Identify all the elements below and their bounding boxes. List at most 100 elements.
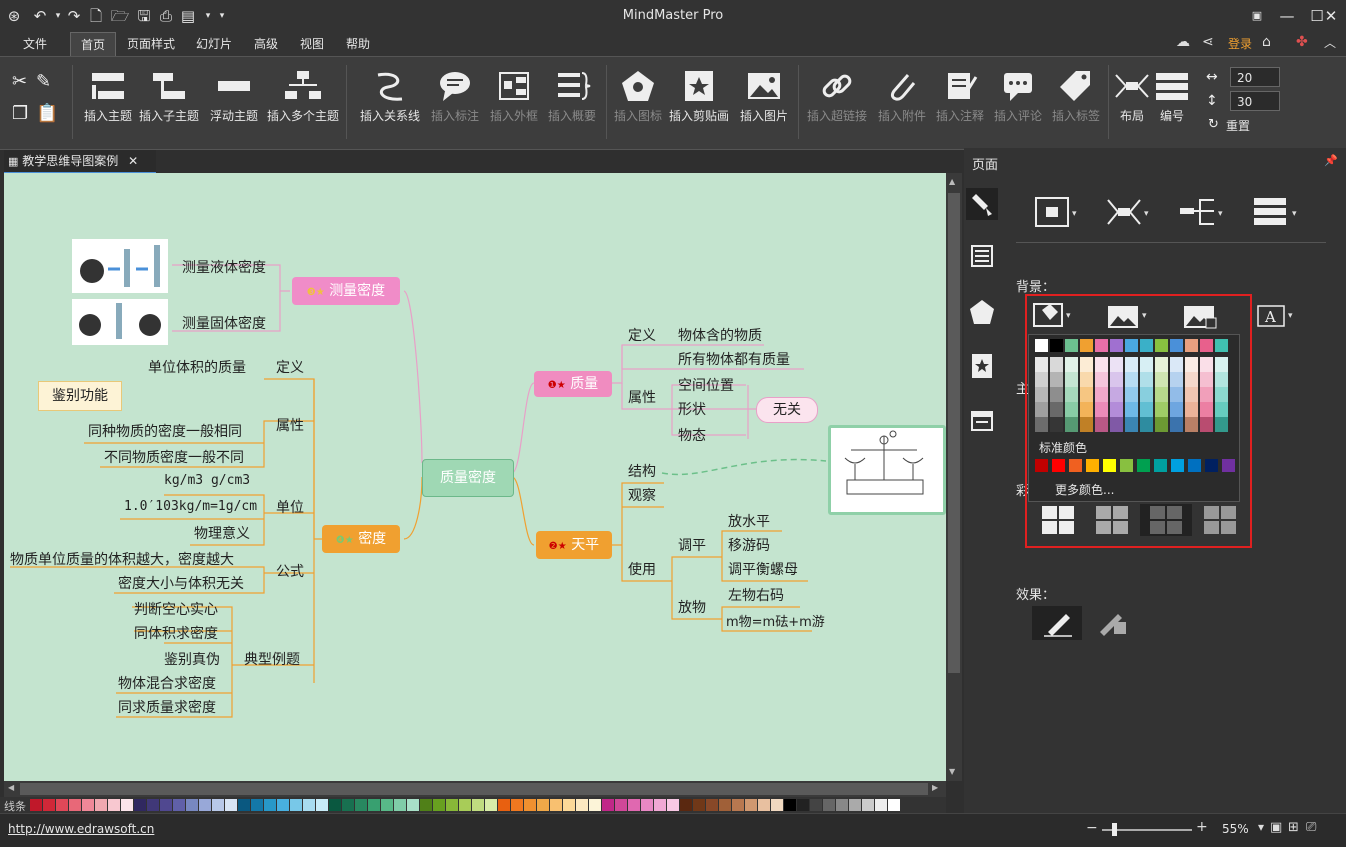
balance-structure[interactable]: 结构 <box>628 461 656 481</box>
palette-swatch[interactable] <box>589 799 601 811</box>
palette-swatch[interactable] <box>459 799 471 811</box>
insert-clipart-button[interactable]: 插入剪贴画 <box>668 65 730 143</box>
topic-mass[interactable]: ❶★ 质量 <box>534 371 612 397</box>
palette-swatch[interactable] <box>654 799 666 811</box>
theme-color-swatch[interactable] <box>1095 387 1108 402</box>
palette-swatch[interactable] <box>680 799 692 811</box>
palette-swatch[interactable] <box>329 799 341 811</box>
redo-icon[interactable]: ↷ <box>64 6 84 26</box>
palette-swatch[interactable] <box>472 799 484 811</box>
theme-color-swatch[interactable] <box>1035 387 1048 402</box>
theme-color-swatch[interactable] <box>1200 387 1213 402</box>
topic-density[interactable]: ❹★ 密度 <box>322 525 400 553</box>
palette-swatch[interactable] <box>108 799 120 811</box>
density-formula-item[interactable]: 密度大小与体积无关 <box>118 573 244 593</box>
standard-color-swatch[interactable] <box>1154 459 1167 472</box>
mass-attribute-item[interactable]: 空间位置 <box>678 375 734 395</box>
topic-balance[interactable]: ❷★ 天平 <box>536 531 612 559</box>
density-unit-item[interactable]: 物理意义 <box>194 523 250 543</box>
theme-color-swatch[interactable] <box>1140 357 1153 372</box>
theme-color-swatch[interactable] <box>1050 402 1063 417</box>
reset-icon[interactable]: ↻ <box>1208 117 1219 132</box>
insert-subtopic-button[interactable]: 插入子主题 <box>138 65 200 143</box>
reset-label[interactable]: 重置 <box>1226 117 1250 134</box>
close-tab-icon[interactable]: ✕ <box>128 154 138 168</box>
density-formula-label[interactable]: 公式 <box>276 561 304 581</box>
theme-color-swatch[interactable] <box>1200 357 1213 372</box>
theme-color-swatch[interactable] <box>1095 402 1108 417</box>
palette-swatch[interactable] <box>290 799 302 811</box>
presentation-icon[interactable]: ⎚ <box>1306 820 1316 835</box>
customize-toolbar-icon[interactable]: ▾ <box>212 6 232 26</box>
balance-observe[interactable]: 观察 <box>628 485 656 505</box>
theme-color-swatch[interactable] <box>1125 417 1138 432</box>
theme-icon[interactable]: ⌂ <box>1262 34 1286 54</box>
theme-color-swatch[interactable] <box>1140 372 1153 387</box>
liquid-experiment-image[interactable] <box>72 239 168 293</box>
standard-color-swatch[interactable] <box>1052 459 1065 472</box>
balance-scale-image[interactable] <box>828 425 946 515</box>
map-structure-icon[interactable]: ▾ <box>1034 194 1080 230</box>
balance-adjust[interactable]: 调平 <box>678 535 706 555</box>
standard-color-row[interactable] <box>1035 459 1235 473</box>
insert-tag-button[interactable]: 插入标签 <box>1048 65 1104 143</box>
example-item[interactable]: 同求质量求密度 <box>118 697 216 717</box>
icon-library-tool[interactable] <box>966 296 998 328</box>
density-attribute-label[interactable]: 属性 <box>276 415 304 435</box>
theme-color-swatch[interactable] <box>1140 339 1153 352</box>
theme-color-swatch[interactable] <box>1170 387 1183 402</box>
theme-color-swatch[interactable] <box>1050 357 1063 372</box>
background-image-icon[interactable]: ▾ <box>1106 300 1150 332</box>
palette-swatch[interactable] <box>251 799 263 811</box>
restore-panel-icon[interactable]: ▣ <box>1242 4 1272 28</box>
theme-color-swatch[interactable] <box>1035 372 1048 387</box>
horizontal-scrollbar[interactable]: ◀ ▶ <box>4 781 946 797</box>
palette-swatch[interactable] <box>121 799 133 811</box>
theme-color-swatch[interactable] <box>1155 339 1168 352</box>
theme-color-swatch[interactable] <box>1080 357 1093 372</box>
zoom-in-icon[interactable]: + <box>1196 819 1208 835</box>
adjust-item[interactable]: 放水平 <box>728 511 770 531</box>
minimize-button[interactable]: — <box>1272 4 1302 28</box>
scroll-left-icon[interactable]: ◀ <box>8 783 14 792</box>
palette-swatch[interactable] <box>238 799 250 811</box>
adjust-item[interactable]: 调平衡螺母 <box>728 559 798 579</box>
fit-width-icon[interactable]: ⊞ <box>1288 820 1299 835</box>
theme-color-swatch[interactable] <box>1140 387 1153 402</box>
theme-color-swatch[interactable] <box>1200 402 1213 417</box>
theme-color-swatch[interactable] <box>1110 372 1123 387</box>
palette-swatch[interactable] <box>264 799 276 811</box>
palette-swatch[interactable] <box>303 799 315 811</box>
theme-color-swatch[interactable] <box>1125 402 1138 417</box>
open-folder-icon[interactable]: 🗁 <box>110 6 130 26</box>
theme-color-swatch[interactable] <box>1065 417 1078 432</box>
vertical-spacing-input[interactable]: 30 <box>1230 91 1280 111</box>
scroll-down-icon[interactable]: ▼ <box>949 767 955 776</box>
scroll-right-icon[interactable]: ▶ <box>932 783 938 792</box>
place-item[interactable]: m物=m砝+m游 <box>726 611 825 630</box>
hand-drawn-effect-on[interactable] <box>1088 606 1138 640</box>
insert-topic-button[interactable]: 插入主题 <box>78 65 138 143</box>
palette-swatch[interactable] <box>485 799 497 811</box>
mass-attribute-label[interactable]: 属性 <box>628 387 656 407</box>
mass-attribute-item[interactable]: 形状 <box>678 399 706 419</box>
palette-swatch[interactable] <box>43 799 55 811</box>
insert-boundary-button[interactable]: 插入外框 <box>486 65 542 143</box>
paste-icon[interactable]: 📋 <box>36 103 58 124</box>
theme-color-swatch[interactable] <box>1095 357 1108 372</box>
layout-style-icon[interactable]: ▾ <box>1104 194 1154 230</box>
floating-topic-button[interactable]: 浮动主题 <box>204 65 264 143</box>
theme-color-swatch[interactable] <box>1170 339 1183 352</box>
close-button[interactable]: ✕ <box>1316 4 1346 28</box>
topic-measure-density[interactable]: ❸★ 测量密度 <box>292 277 400 305</box>
theme-color-swatch[interactable] <box>1215 402 1228 417</box>
insert-comment-button[interactable]: 插入评论 <box>990 65 1046 143</box>
copy-icon[interactable]: ❐ <box>12 103 28 124</box>
theme-color-swatch[interactable] <box>1080 387 1093 402</box>
vertical-scrollbar[interactable]: ▲ ▼ <box>946 173 962 781</box>
insert-hyperlink-button[interactable]: 插入超链接 <box>804 65 870 143</box>
palette-swatch[interactable] <box>732 799 744 811</box>
density-attribute-item[interactable]: 同种物质的密度一般相同 <box>88 421 242 441</box>
palette-swatch[interactable] <box>394 799 406 811</box>
theme-color-swatch[interactable] <box>1035 402 1048 417</box>
